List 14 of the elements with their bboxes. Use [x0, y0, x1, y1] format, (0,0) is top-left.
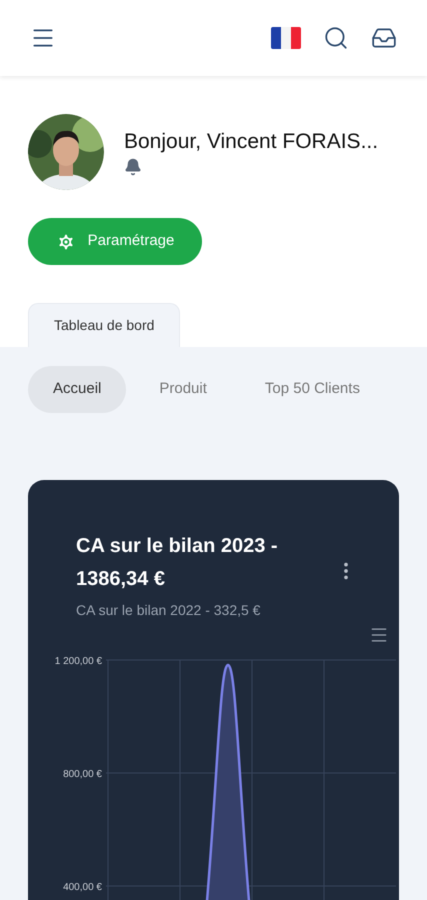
bell-icon[interactable] — [124, 158, 142, 176]
search-icon[interactable] — [323, 25, 349, 51]
sub-tab[interactable]: Produit — [134, 366, 232, 413]
settings-button[interactable]: Paramétrage — [28, 218, 202, 265]
axis-label: 400,00 € — [63, 881, 102, 895]
sub-tab[interactable]: Accueil — [28, 366, 126, 413]
card-subtitle: CA sur le bilan 2022 - 332,5 € — [75, 601, 262, 620]
axis-label: 800,00 € — [63, 768, 102, 782]
card-title: CA sur le bilan 2023 - 1386,34 € — [76, 534, 279, 592]
section-tab[interactable]: Tableau de bord — [28, 303, 180, 347]
sub-tab[interactable]: Top 50 Clients — [240, 366, 385, 413]
axis-label: 1 200,00 € — [54, 655, 102, 669]
greeting: Bonjour, Vincent FORAIS... — [124, 129, 378, 155]
flag-icon[interactable] — [271, 27, 301, 49]
